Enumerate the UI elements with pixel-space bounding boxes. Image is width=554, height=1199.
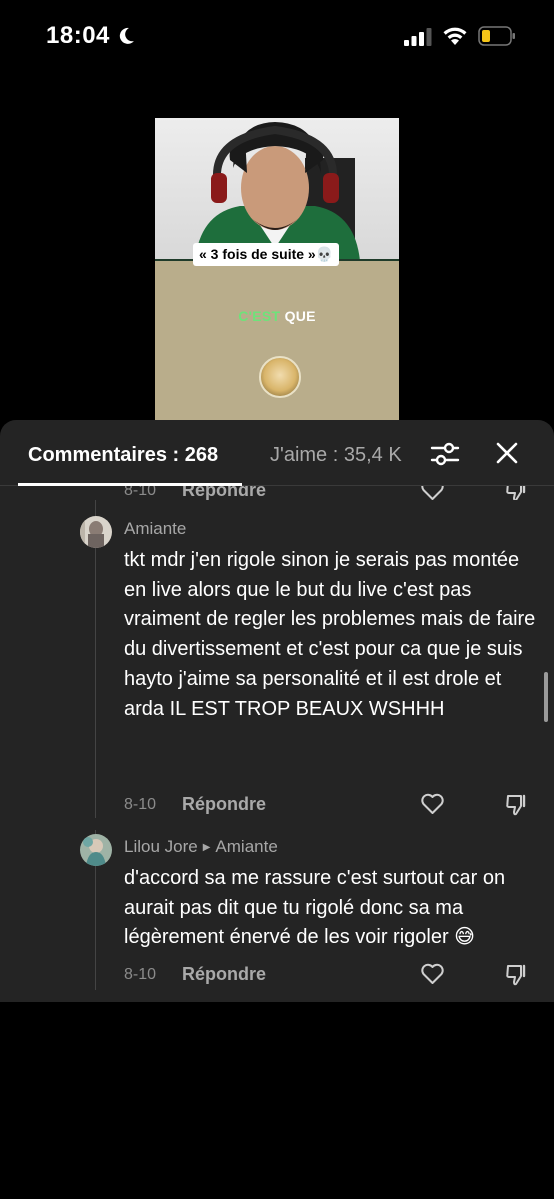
dislike-icon[interactable] — [504, 792, 530, 818]
comments-tabs: Commentaires : 268 J'aime : 35,4 K — [0, 420, 554, 486]
comment-username-line: Lilou Jore ▶ Amiante — [124, 837, 278, 857]
wifi-icon — [443, 27, 467, 45]
dislike-icon[interactable] — [504, 486, 530, 500]
overlay-word-white: QUE — [284, 308, 316, 324]
comment-date: 8-10 — [124, 486, 157, 499]
comment-meta: 8-10 Répondre — [0, 962, 554, 992]
close-icon[interactable] — [494, 440, 520, 466]
status-bar: 18:04 — [0, 0, 554, 76]
comment-item: Amiante tkt mdr j'en rigole sinon je ser… — [0, 516, 554, 826]
tab-comments[interactable]: Commentaires : 268 — [28, 444, 218, 467]
signal-icon — [404, 28, 432, 46]
comment-text: tkt mdr j'en rigole sinon je serais pas … — [124, 549, 536, 720]
heart-icon[interactable] — [420, 486, 445, 500]
overlay-word-green: C'EST — [238, 308, 281, 324]
reply-to-username[interactable]: Amiante — [215, 837, 277, 856]
video-overlay-text: C'EST QUE — [155, 308, 399, 324]
comments-sheet: Commentaires : 268 J'aime : 35,4 K 8-10 … — [0, 420, 554, 1002]
battery-icon — [478, 26, 515, 46]
avatar[interactable] — [80, 834, 112, 866]
avatar[interactable] — [80, 516, 112, 548]
scrollbar[interactable] — [544, 672, 548, 722]
video-frame-top — [155, 118, 399, 261]
tab-likes[interactable]: J'aime : 35,4 K — [270, 444, 412, 467]
comment-meta: 8-10 Répondre — [0, 486, 554, 500]
filter-icon[interactable] — [430, 440, 460, 468]
comment-meta: 8-10 Répondre — [0, 792, 554, 822]
avatar-image — [80, 516, 112, 548]
streamer-image — [195, 122, 360, 261]
reply-button[interactable]: Répondre — [182, 794, 266, 815]
comment-item: Lilou Jore ▶ Amiante d'accord sa me rassur… — [0, 834, 554, 994]
heart-icon[interactable] — [420, 792, 445, 816]
heart-icon[interactable] — [420, 962, 445, 986]
comment-text: d'accord sa me rassure c'est surtout car… — [124, 867, 506, 949]
comment-date: 8-10 — [124, 966, 157, 983]
video-avatar — [259, 356, 301, 398]
comment-username[interactable]: Lilou Jore — [124, 837, 198, 856]
reply-button[interactable]: Répondre — [182, 486, 266, 500]
avatar-image — [80, 834, 112, 866]
moon-icon — [119, 27, 134, 44]
previous-comment-actions: 8-10 Répondre — [0, 486, 554, 500]
status-time: 18:04 — [46, 22, 110, 49]
comment-date: 8-10 — [124, 796, 157, 813]
comment-username[interactable]: Amiante — [124, 519, 186, 539]
video-preview[interactable]: « 3 fois de suite »💀 C'EST QUE — [155, 118, 399, 420]
dislike-icon[interactable] — [504, 962, 530, 988]
video-caption: « 3 fois de suite »💀 — [193, 243, 340, 266]
reply-button[interactable]: Répondre — [182, 964, 266, 985]
reply-arrow-icon: ▶ — [202, 842, 211, 853]
